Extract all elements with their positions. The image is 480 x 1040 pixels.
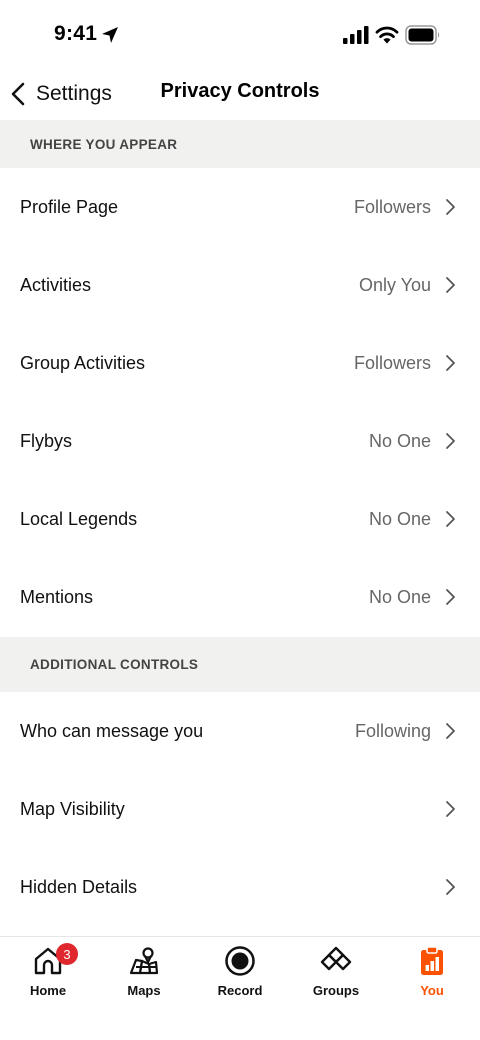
row-label: Activities <box>20 274 92 295</box>
chevron-right-icon <box>446 723 455 739</box>
row-label: Mentions <box>20 586 94 607</box>
tab-label: You <box>420 983 444 998</box>
location-arrow-icon <box>102 27 118 43</box>
row-value: Followers <box>353 196 431 217</box>
row-value: Following <box>354 720 431 741</box>
tab-label: Groups <box>312 983 360 998</box>
tab-bar: 3 Home Maps Record Groups You <box>0 936 480 1040</box>
row-mentions[interactable]: Mentions No One <box>0 558 480 636</box>
tab-label: Maps <box>127 983 161 998</box>
groups-icon <box>320 946 352 971</box>
status-time: 9:41 <box>54 22 98 45</box>
notification-badge: 3 <box>56 943 78 965</box>
row-label: Local Legends <box>20 508 138 529</box>
row-label: Who can message you <box>20 720 204 741</box>
wifi-icon <box>375 26 399 44</box>
row-activities[interactable]: Activities Only You <box>0 246 480 324</box>
row-label: Map Visibility <box>20 798 125 819</box>
chevron-right-icon <box>446 801 455 817</box>
battery-icon <box>405 25 440 45</box>
section-header-additional-controls: ADDITIONAL CONTROLS <box>0 637 480 692</box>
record-icon <box>225 946 255 976</box>
chevron-right-icon <box>446 511 455 527</box>
chevron-right-icon <box>446 589 455 605</box>
row-who-can-message-you[interactable]: Who can message you Following <box>0 692 480 770</box>
tab-home[interactable]: 3 Home <box>0 937 96 1007</box>
chevron-right-icon <box>446 199 455 215</box>
row-label: Hidden Details <box>20 876 138 897</box>
tab-label: Record <box>217 983 263 998</box>
row-value: Only You <box>358 274 431 295</box>
tab-you[interactable]: You <box>384 937 480 1007</box>
row-label: Flybys <box>20 430 73 451</box>
row-group-activities[interactable]: Group Activities Followers <box>0 324 480 402</box>
row-label: Profile Page <box>20 196 119 217</box>
status-bar: 9:41 <box>0 0 480 70</box>
section-header-where-you-appear: WHERE YOU APPEAR <box>0 120 480 168</box>
row-profile-page[interactable]: Profile Page Followers <box>0 168 480 246</box>
row-hidden-details[interactable]: Hidden Details <box>0 848 480 926</box>
tab-groups[interactable]: Groups <box>288 937 384 1007</box>
map-icon <box>129 947 159 975</box>
row-value: Followers <box>353 352 431 373</box>
privacy-controls-screen: 9:41 Settings Privacy Controls WHERE YOU… <box>0 0 480 1040</box>
navigation-bar: Settings Privacy Controls <box>0 70 480 120</box>
row-value: No One <box>368 508 431 529</box>
page-title: Privacy Controls <box>160 80 320 102</box>
row-value: No One <box>368 586 431 607</box>
tab-maps[interactable]: Maps <box>96 937 192 1007</box>
tab-label: Home <box>29 983 67 998</box>
tab-record[interactable]: Record <box>192 937 288 1007</box>
chevron-right-icon <box>446 879 455 895</box>
clipboard-chart-icon <box>421 946 443 975</box>
row-flybys[interactable]: Flybys No One <box>0 402 480 480</box>
row-local-legends[interactable]: Local Legends No One <box>0 480 480 558</box>
cellular-signal-icon <box>343 26 369 44</box>
row-map-visibility[interactable]: Map Visibility <box>0 770 480 848</box>
row-value: No One <box>368 430 431 451</box>
chevron-right-icon <box>446 277 455 293</box>
chevron-right-icon <box>446 355 455 371</box>
chevron-right-icon <box>446 433 455 449</box>
row-label: Group Activities <box>20 352 146 373</box>
